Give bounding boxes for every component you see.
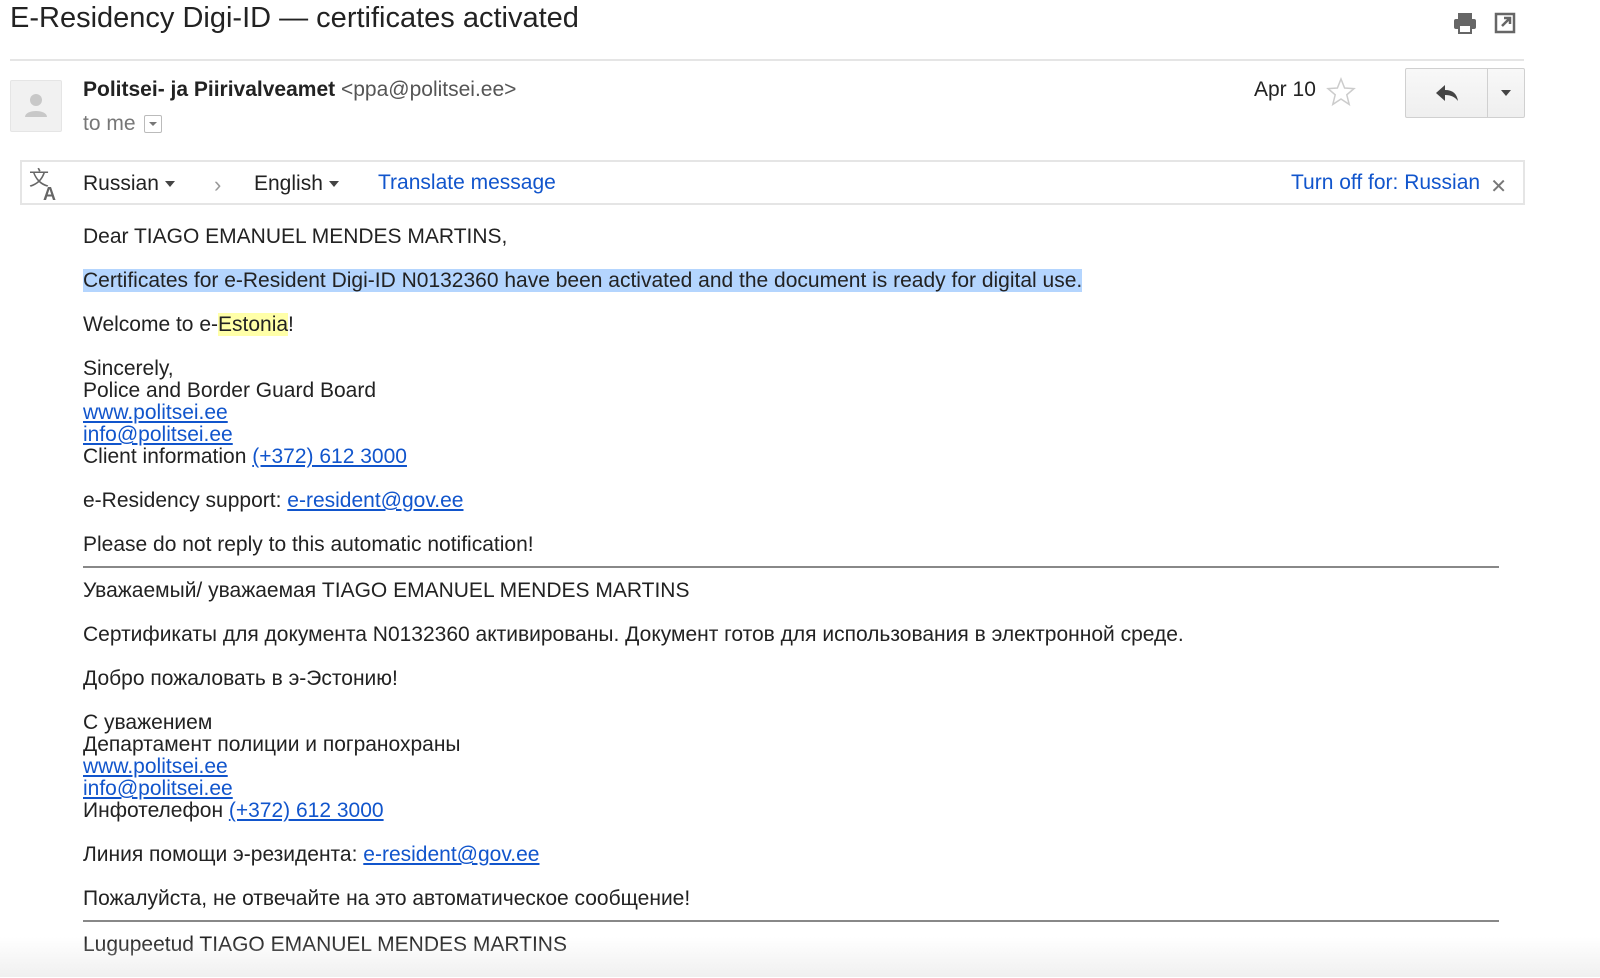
print-icon[interactable]	[1452, 10, 1478, 36]
sender-name[interactable]: Politsei- ja Piirivalveamet	[83, 78, 335, 101]
client-info-label: Инфотелефон	[83, 799, 229, 822]
paragraph-welcome-en: Welcome to e-Estonia!	[83, 313, 1499, 336]
support-email-link[interactable]: e-resident@gov.ee	[363, 843, 539, 866]
sincerely-ru: С уважением	[83, 711, 213, 734]
paragraph-certificates-ru: Сертификаты для документа N0132360 актив…	[83, 623, 1184, 646]
greeting-en: Dear TIAGO EMANUEL MENDES MARTINS,	[83, 225, 508, 248]
translate-icon: 文 A	[28, 166, 62, 204]
star-icon[interactable]	[1326, 76, 1356, 107]
recipient-line: to me	[83, 112, 162, 136]
paragraph-certificates-en: Certificates for e-Resident Digi-ID N013…	[83, 269, 1499, 292]
support-line-ru: Линия помощи э-резидента: e-resident@gov…	[83, 844, 1499, 866]
signature-ru: С уважением Департамент полиции и погран…	[83, 712, 1499, 822]
reply-button-group	[1405, 68, 1525, 118]
client-info-label: Client information	[83, 445, 253, 468]
support-line-en: e-Residency support: e-resident@gov.ee	[83, 490, 1499, 512]
target-language-label: English	[254, 172, 323, 195]
org-name-en: Police and Border Guard Board	[83, 379, 377, 402]
translate-bar: 文 A Russian › English Translate message …	[20, 160, 1525, 205]
greeting-et: Lugupeetud TIAGO EMANUEL MENDES MARTINS	[83, 933, 567, 956]
close-icon[interactable]: ✕	[1490, 174, 1507, 199]
caret-down-icon	[328, 181, 339, 187]
top-actions	[1452, 10, 1518, 36]
message-body: Dear TIAGO EMANUEL MENDES MARTINS, Certi…	[83, 226, 1499, 978]
header-divider	[10, 59, 1524, 61]
paragraph-welcome-ru: Добро пожаловать в э-Эстонию!	[83, 667, 398, 690]
source-language-dropdown[interactable]: Russian	[83, 172, 175, 196]
email-link[interactable]: info@politsei.ee	[83, 778, 1499, 800]
message-date: Apr 10	[1254, 78, 1316, 101]
chevron-right-icon: ›	[214, 172, 222, 197]
selected-text: Certificates for e-Resident Digi-ID N013…	[83, 269, 1083, 292]
avatar	[10, 80, 62, 132]
turn-off-translation-link[interactable]: Turn off for: Russian	[1291, 171, 1480, 195]
phone-link[interactable]: (+372) 612 3000	[229, 799, 384, 822]
target-language-dropdown[interactable]: English	[254, 172, 339, 196]
website-link[interactable]: www.politsei.ee	[83, 756, 1499, 778]
email-subject: E-Residency Digi-ID — certificates activ…	[10, 2, 579, 34]
phone-link[interactable]: (+372) 612 3000	[252, 445, 407, 468]
caret-down-icon	[164, 181, 175, 187]
show-details-button[interactable]	[143, 115, 162, 133]
support-label: e-Residency support:	[83, 489, 288, 512]
website-link[interactable]: www.politsei.ee	[83, 402, 1499, 424]
more-options-button[interactable]	[1488, 69, 1524, 117]
welcome-text: Welcome to e-	[83, 313, 218, 336]
org-name-ru: Департамент полиции и погранохраны	[83, 733, 461, 756]
email-link[interactable]: info@politsei.ee	[83, 424, 1499, 446]
no-reply-en: Please do not reply to this automatic no…	[83, 533, 534, 556]
support-label: Линия помощи э-резидента:	[83, 843, 364, 866]
sincerely-en: Sincerely,	[83, 357, 174, 380]
sender-email: <ppa@politsei.ee>	[340, 78, 517, 101]
welcome-suffix: !	[288, 313, 294, 336]
greeting-ru: Уважаемый/ уважаемая TIAGO EMANUEL MENDE…	[83, 579, 690, 602]
signature-en: Sincerely, Police and Border Guard Board…	[83, 358, 1499, 468]
no-reply-ru: Пожалуйста, не отвечайте на это автомати…	[83, 887, 691, 910]
support-email-link[interactable]: e-resident@gov.ee	[287, 489, 463, 512]
reply-button[interactable]	[1406, 69, 1488, 117]
translate-message-link[interactable]: Translate message	[378, 171, 556, 195]
section-divider	[83, 920, 1499, 922]
more-options-icon	[1501, 90, 1511, 96]
sender: Politsei- ja Piirivalveamet <ppa@politse…	[83, 78, 516, 102]
client-info-line: Инфотелефон (+372) 612 3000	[83, 800, 1499, 822]
source-language-label: Russian	[83, 172, 159, 195]
client-info-line: Client information (+372) 612 3000	[83, 446, 1499, 468]
chevron-down-icon	[148, 122, 157, 126]
recipient-label: to me	[83, 112, 136, 135]
open-new-window-icon[interactable]	[1492, 10, 1518, 36]
svg-text:A: A	[43, 184, 56, 202]
section-divider	[83, 566, 1499, 568]
reply-icon	[1435, 85, 1458, 101]
highlighted-keyword: Estonia	[218, 313, 289, 336]
